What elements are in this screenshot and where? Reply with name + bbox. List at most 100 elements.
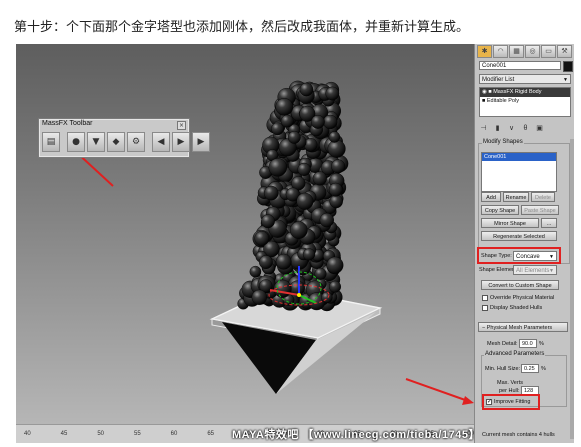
sphere xyxy=(287,131,301,144)
sphere xyxy=(289,221,308,239)
make-unique-icon[interactable]: ∨ xyxy=(507,124,516,133)
modifier-list-dropdown[interactable]: Modifier List ▼ xyxy=(479,74,571,84)
sphere xyxy=(312,171,327,186)
shape-element-dropdown[interactable]: All Elements ▼ xyxy=(513,265,557,275)
display-hulls-checkbox[interactable] xyxy=(482,305,488,311)
sphere xyxy=(268,158,287,177)
collapse-icon: − xyxy=(482,325,486,331)
mirror-shape-button[interactable]: Mirror Shape xyxy=(481,218,539,228)
sphere xyxy=(297,162,311,177)
shape-list-item[interactable]: Cone001 xyxy=(482,153,556,161)
sphere xyxy=(321,291,333,304)
regenerate-selected-button[interactable]: Regenerate Selected xyxy=(481,231,557,241)
reset-sim-icon[interactable]: ◀ xyxy=(152,132,170,152)
hull-status-text: Current mesh contains 4 hulls xyxy=(482,432,555,438)
stack-item-editable-poly[interactable]: ■ Editable Poly xyxy=(480,97,570,106)
timeline-tick-label: 50 xyxy=(97,431,105,437)
play-sim-icon[interactable]: ▶ xyxy=(172,132,190,152)
copy-shape-button[interactable]: Copy Shape xyxy=(481,205,519,215)
remove-modifier-icon[interactable]: θ xyxy=(521,124,530,133)
convert-custom-shape-button[interactable]: Convert to Custom Shape xyxy=(481,280,559,290)
mesh-params-header[interactable]: − Physical Mesh Parameters xyxy=(478,322,568,332)
stack-tools: ⊣ ▮ ∨ θ ▣ xyxy=(479,124,544,133)
command-panel-tabs: ✱ ◠ ▦ ◎ ▭ ⚒ xyxy=(477,45,572,58)
rigid-body-icon[interactable]: ● xyxy=(67,132,85,152)
sphere xyxy=(314,267,327,280)
show-end-result-icon[interactable]: ▮ xyxy=(493,124,502,133)
sphere xyxy=(251,289,268,306)
highlight-shape-type xyxy=(477,247,561,264)
pin-stack-icon[interactable]: ⊣ xyxy=(479,124,488,133)
annotation-arrow-fitting xyxy=(405,378,474,405)
timeline-tick-label: 65 xyxy=(207,431,215,437)
sphere xyxy=(258,255,273,270)
hierarchy-tab-icon[interactable]: ▦ xyxy=(509,45,524,58)
world-settings-icon[interactable]: ▤ xyxy=(42,132,60,152)
override-material-label: Override Physical Material xyxy=(490,295,555,301)
sphere xyxy=(296,192,314,210)
mesh-detail-label: Mesh Detail: xyxy=(487,341,518,347)
massfx-toolbar[interactable]: MassFX Toolbar × ▤ ● ▼ ◆ ⚙ ◀ ▶ ▶ xyxy=(38,118,210,158)
sphere xyxy=(328,131,341,143)
tools-icon[interactable]: ⚙ xyxy=(127,132,145,152)
min-hull-spinner[interactable]: 0.25 xyxy=(521,364,539,373)
sphere xyxy=(302,248,316,261)
sphere xyxy=(263,185,279,201)
close-icon[interactable]: × xyxy=(177,121,186,130)
chevron-down-icon: ▼ xyxy=(563,77,568,83)
sphere xyxy=(328,182,343,197)
mirror-settings-button[interactable]: ... xyxy=(541,218,557,228)
sphere-cloud[interactable] xyxy=(237,80,349,312)
panel-scrollbar[interactable] xyxy=(570,139,574,439)
stack-item-massfx[interactable]: ◉ ■ MassFX Rigid Body xyxy=(480,88,570,97)
object-name-field[interactable]: Cone001 xyxy=(479,61,561,70)
sphere xyxy=(261,214,275,229)
timeline-tick-label: 60 xyxy=(170,431,178,437)
sphere xyxy=(329,280,342,293)
sphere xyxy=(299,82,314,97)
max-verts-label: Max. Verts xyxy=(497,380,523,386)
sphere xyxy=(319,212,334,228)
min-hull-unit: % xyxy=(541,366,546,372)
sphere xyxy=(329,194,343,209)
sphere xyxy=(331,159,346,174)
advanced-params-header: Advanced Parameters xyxy=(484,351,546,357)
scene-canvas xyxy=(68,80,474,405)
delete-button[interactable]: Delete xyxy=(531,192,555,202)
modifier-stack[interactable]: ◉ ■ MassFX Rigid Body ■ Editable Poly xyxy=(479,87,571,117)
shape-list[interactable]: Cone001 xyxy=(481,152,557,192)
constraint-icon[interactable]: ◆ xyxy=(107,132,125,152)
motion-tab-icon[interactable]: ◎ xyxy=(525,45,540,58)
mesh-detail-unit: % xyxy=(539,341,544,347)
display-tab-icon[interactable]: ▭ xyxy=(541,45,556,58)
sphere xyxy=(275,253,292,270)
perspective-viewport[interactable]: MassFX Toolbar × ▤ ● ▼ ◆ ⚙ ◀ ▶ ▶ xyxy=(16,44,474,424)
utilities-tab-icon[interactable]: ⚒ xyxy=(557,45,572,58)
sphere xyxy=(249,265,262,278)
sphere xyxy=(325,86,340,101)
mesh-detail-spinner[interactable]: 90.0 xyxy=(519,339,537,348)
timeline-tick-label: 45 xyxy=(60,431,68,437)
step-sim-icon[interactable]: ▶ xyxy=(192,132,210,152)
sphere xyxy=(326,256,344,274)
modifier-list-label: Modifier List xyxy=(482,77,515,83)
create-tab-icon[interactable]: ✱ xyxy=(477,45,492,58)
watermark: MAYA特效吧 【www.linecg.com/tieba/1745】 xyxy=(232,429,480,441)
object-color-swatch[interactable] xyxy=(563,61,573,72)
modify-shapes-header[interactable]: Modify Shapes xyxy=(482,139,524,145)
modify-tab-icon[interactable]: ◠ xyxy=(493,45,508,58)
sphere xyxy=(280,114,294,128)
paste-shape-button[interactable]: Paste Shape xyxy=(521,205,559,215)
add-button[interactable]: Add xyxy=(481,192,501,202)
highlight-improve-fitting xyxy=(482,394,540,410)
configure-sets-icon[interactable]: ▣ xyxy=(535,124,544,133)
timeline-tick-label: 40 xyxy=(24,431,31,437)
min-hull-label: Min. Hull Size: xyxy=(485,366,521,372)
chevron-down-icon: ▼ xyxy=(549,268,554,274)
command-panel: ✱ ◠ ▦ ◎ ▭ ⚒ Cone001 Modifier List ▼ ◉ ■ M… xyxy=(474,44,574,443)
rename-button[interactable]: Rename xyxy=(503,192,529,202)
cloth-icon[interactable]: ▼ xyxy=(87,132,105,152)
override-material-checkbox[interactable] xyxy=(482,295,488,301)
sphere xyxy=(327,139,346,158)
max-screenshot: MassFX Toolbar × ▤ ● ▼ ◆ ⚙ ◀ ▶ ▶ 40 45 50 5… xyxy=(16,44,574,443)
